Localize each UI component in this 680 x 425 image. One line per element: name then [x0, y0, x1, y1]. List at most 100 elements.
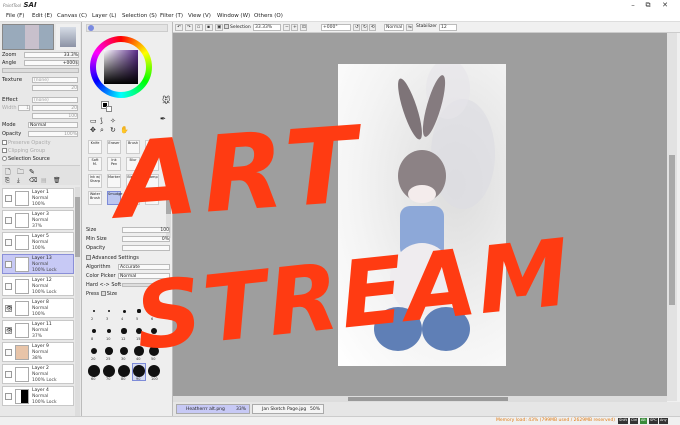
intensity-field[interactable]: 100 — [32, 113, 78, 119]
selection-toggle[interactable]: Selection — [224, 24, 251, 30]
menu-others[interactable]: Others (O) — [254, 13, 283, 19]
artwork-canvas[interactable] — [338, 59, 506, 366]
brush-preset-dot[interactable] — [148, 365, 160, 377]
new-linework-icon[interactable]: ✎ — [29, 168, 35, 176]
tool-ink-w-sharp[interactable]: Ink w/ Sharp — [88, 174, 102, 188]
brush-preset-dot[interactable] — [103, 365, 115, 377]
tool-eraser[interactable]: Eraser — [107, 140, 121, 154]
tool-pencil[interactable]: Pencil — [126, 191, 140, 205]
tool-stamp[interactable]: Stamp — [145, 174, 159, 188]
tool-water-brush[interactable]: Water Brush — [88, 191, 102, 205]
menu-view[interactable]: View (V) — [188, 13, 211, 19]
minimize-button[interactable]: – — [628, 1, 638, 9]
zoom-out-icon[interactable]: − — [283, 24, 290, 31]
close-button[interactable]: ✕ — [660, 1, 670, 9]
merge-down-icon[interactable]: ⤓ — [17, 177, 20, 185]
layer-row[interactable]: Layer 1 Normal 100% — [2, 188, 74, 208]
visibility-icon[interactable] — [5, 283, 12, 290]
canvas-angle-field[interactable]: +000° — [321, 24, 351, 31]
effect-amount[interactable]: 20 — [32, 105, 78, 111]
zoom-icon[interactable]: ⌕ — [100, 126, 104, 135]
stabilizer-select[interactable]: 12 — [439, 24, 457, 31]
menu-selection[interactable]: Selection (S) — [122, 13, 157, 19]
combine-icon[interactable]: ▤ — [41, 177, 47, 184]
visibility-icon[interactable] — [5, 195, 12, 202]
tool-blur[interactable]: Blur — [126, 157, 140, 171]
brush-preset-dot[interactable] — [107, 309, 111, 313]
menu-window[interactable]: Window (W) — [217, 13, 250, 19]
flip-icon[interactable]: ⇋ — [406, 24, 413, 31]
brush-preset-dot[interactable] — [148, 345, 160, 357]
layer-row[interactable]: 👁 Layer 8 Normal 100% — [2, 298, 74, 318]
menu-edit[interactable]: Edit (E) — [32, 13, 52, 19]
eyedropper-icon[interactable]: ✒ — [160, 115, 166, 123]
visibility-icon[interactable] — [5, 217, 12, 224]
lasso-icon[interactable]: ⟆ — [100, 117, 103, 125]
rotate-icon[interactable]: ↻ — [110, 126, 116, 134]
canvas-zoom-field[interactable]: 33.33% — [253, 24, 281, 31]
preserve-opacity-checkbox[interactable]: Preserve Opacity — [2, 140, 51, 146]
tool-soft-m-[interactable]: Soft M. — [88, 157, 102, 171]
brush-preset-dot[interactable] — [137, 309, 141, 313]
move-icon[interactable]: ✥ — [90, 126, 96, 134]
brush-preset-dot[interactable] — [134, 346, 144, 356]
advanced-settings-checkbox[interactable]: Advanced Settings — [86, 255, 139, 261]
brush-preset-dot[interactable] — [121, 328, 127, 334]
menu-layer[interactable]: Layer (L) — [92, 13, 116, 19]
brush-preset-dot[interactable] — [136, 328, 142, 334]
visibility-icon[interactable] — [5, 349, 12, 356]
reset-zoom-icon[interactable]: ⊡ — [300, 24, 307, 31]
brush-preset-dot[interactable] — [92, 309, 96, 313]
tool-smudge[interactable]: Smudge — [107, 191, 122, 205]
redo-icon[interactable]: ↷ — [185, 24, 193, 31]
clear-layer-icon[interactable]: ⌫ — [29, 177, 37, 184]
effect-select[interactable]: (none) — [32, 97, 78, 103]
tool-marker[interactable]: Marker — [107, 174, 121, 188]
vertical-scroll-thumb[interactable] — [669, 155, 675, 305]
tab-heatherrr[interactable]: Heatherrr alt.png 33% — [176, 404, 250, 414]
brush-preset-dot[interactable] — [150, 327, 158, 335]
brush-preset-dot[interactable] — [105, 347, 113, 355]
brush-preset-dot[interactable] — [90, 347, 98, 355]
canvas-mode-select[interactable]: Normal — [384, 24, 404, 31]
layer-row[interactable]: Layer 12 Normal 100% Lock — [2, 276, 74, 296]
zoom-in-icon[interactable]: + — [291, 24, 298, 31]
layer-scrollbar[interactable] — [75, 187, 80, 419]
menu-canvas[interactable]: Canvas (C) — [57, 13, 87, 19]
horizontal-scroll-thumb[interactable] — [348, 397, 508, 401]
rotate-right-icon[interactable]: ↻ — [361, 24, 368, 31]
angle-field[interactable]: +000$ — [24, 60, 79, 66]
tool-binary[interactable]: Binary — [126, 174, 140, 188]
brush-preset-dot[interactable] — [122, 309, 126, 313]
min-size-field[interactable]: 0% — [122, 236, 170, 242]
navigator-preview[interactable] — [2, 24, 54, 50]
tool-water[interactable]: Water — [145, 157, 159, 171]
visibility-icon[interactable]: 👁 — [5, 305, 12, 312]
hard-soft-slider[interactable] — [122, 283, 170, 287]
delete-layer-icon[interactable]: 🗑 — [53, 177, 61, 184]
texture-amount[interactable]: 20 — [32, 85, 78, 91]
layer-row[interactable]: Layer 13 Normal 100% Lock — [2, 254, 74, 274]
saturation-value-square[interactable] — [104, 50, 138, 84]
tool-knife[interactable]: Knife — [88, 140, 102, 154]
tool-brush[interactable]: Brush — [126, 140, 140, 154]
brush-opacity-field[interactable] — [122, 245, 170, 251]
visibility-icon[interactable] — [5, 239, 12, 246]
visibility-icon[interactable] — [5, 393, 12, 400]
menu-filter[interactable]: Filter (T) — [160, 13, 183, 19]
color-wheel-tab-icon[interactable] — [88, 25, 94, 31]
selection-source-checkbox[interactable]: Selection Source — [2, 156, 50, 162]
brush-size-field[interactable]: 100 — [122, 227, 170, 233]
invert-selection-icon[interactable]: ▪ — [205, 24, 213, 31]
undo-icon[interactable]: ↶ — [175, 24, 183, 31]
visibility-icon[interactable] — [5, 371, 12, 378]
brush-preset-dot[interactable] — [106, 328, 112, 334]
layer-row[interactable]: Layer 2 Normal 100% Lock — [2, 364, 74, 384]
hand-icon[interactable]: ✋ — [120, 126, 129, 134]
tool-scrollbar[interactable] — [166, 140, 171, 238]
blend-mode-select[interactable]: Normal — [28, 122, 78, 128]
tab-jan-sketch[interactable]: Jan Sketch Page.jpg 50% — [252, 404, 324, 414]
menu-file[interactable]: File (F) — [6, 13, 24, 19]
tool-sharp[interactable]: Sharp — [145, 191, 159, 205]
magic-wand-icon[interactable]: ✧ — [110, 117, 116, 125]
